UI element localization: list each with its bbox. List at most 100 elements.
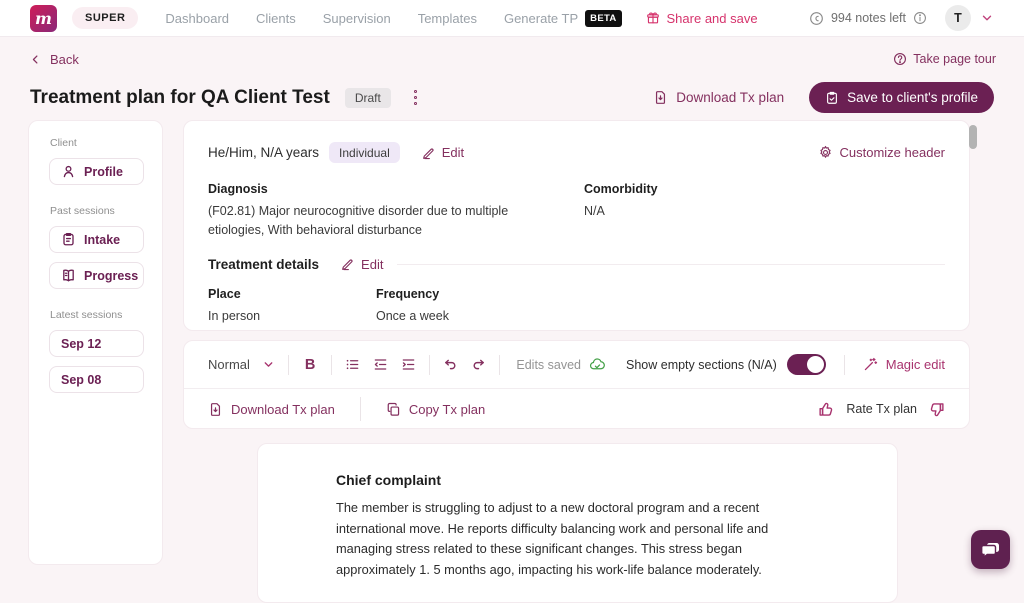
divider	[499, 355, 500, 375]
outdent-icon[interactable]	[373, 357, 388, 372]
comorbidity-value: N/A	[584, 202, 658, 221]
comorbidity-label: Comorbidity	[584, 182, 658, 196]
back-link[interactable]: Back	[30, 52, 79, 67]
sidebar-item-profile[interactable]: Profile	[49, 158, 144, 185]
edit-treatment-details-label: Edit	[361, 257, 383, 272]
download-file-icon	[653, 90, 668, 105]
client-demographics: He/Him, N/A years	[208, 145, 319, 160]
nav-generate-tp[interactable]: Generate TP BETA	[504, 10, 622, 27]
sidebar-session-sep-08[interactable]: Sep 08	[49, 366, 144, 393]
diagnosis-label: Diagnosis	[208, 182, 554, 196]
treatment-plan-document[interactable]: Chief complaint The member is struggling…	[257, 443, 898, 603]
clipboard-icon	[61, 232, 76, 247]
redo-icon[interactable]	[471, 357, 486, 372]
status-badge: Draft	[345, 88, 391, 108]
page-title-row: Treatment plan for QA Client Test Draft …	[30, 82, 994, 113]
toolbar-right-group: Show empty sections (N/A) Magic edit	[626, 354, 945, 375]
pencil-icon	[341, 257, 355, 271]
sidebar-session-sep-12[interactable]: Sep 12	[49, 330, 144, 357]
editor-toolbar-card: Normal B	[183, 340, 970, 429]
customize-header-link[interactable]: Customize header	[818, 145, 946, 160]
chat-bubbles-icon	[980, 539, 1002, 561]
frequency-label: Frequency	[376, 287, 544, 301]
download-file-icon	[208, 402, 223, 417]
client-demographics-row: He/Him, N/A years Individual Edit Custom…	[208, 142, 945, 163]
treatment-details-title: Treatment details	[208, 257, 319, 272]
indent-icon[interactable]	[401, 357, 416, 372]
edits-saved-status: Edits saved	[516, 356, 606, 373]
chat-widget-button[interactable]	[971, 530, 1010, 569]
text-style-dropdown[interactable]: Normal	[208, 357, 275, 372]
download-tx-plan-header-link[interactable]: Download Tx plan	[653, 90, 784, 105]
rate-tx-plan-label: Rate Tx plan	[846, 402, 917, 416]
past-sessions-label: Past sessions	[50, 205, 142, 217]
client-section-label: Client	[50, 137, 142, 149]
text-style-value: Normal	[208, 357, 250, 372]
magic-edit-button[interactable]: Magic edit	[863, 357, 945, 372]
divider	[397, 264, 945, 265]
gift-icon	[646, 11, 660, 25]
topbar-right-group: 994 notes left T	[809, 5, 994, 31]
copy-tx-plan-button[interactable]: Copy Tx plan	[386, 402, 485, 417]
place-value: In person	[208, 307, 376, 326]
info-icon[interactable]	[913, 11, 927, 25]
main-nav: Dashboard Clients Supervision Templates …	[165, 10, 621, 27]
sidebar-session-sep-12-label: Sep 12	[61, 337, 101, 351]
pencil-icon	[422, 146, 436, 160]
nav-clients[interactable]: Clients	[256, 11, 296, 26]
scrollbar-thumb[interactable]	[969, 125, 977, 149]
divider	[360, 397, 361, 421]
share-and-save-link[interactable]: Share and save	[646, 11, 758, 26]
edit-treatment-details-link[interactable]: Edit	[341, 257, 383, 272]
treatment-details-fields: Place In person Frequency Once a week	[208, 287, 945, 326]
divider	[844, 355, 845, 375]
divider	[429, 355, 430, 375]
sidebar-item-progress[interactable]: Progress	[49, 262, 144, 289]
download-tx-plan-button[interactable]: Download Tx plan	[208, 402, 335, 417]
download-tx-plan-header-label: Download Tx plan	[676, 90, 784, 105]
list-buttons	[345, 357, 416, 372]
diagnosis-row: Diagnosis (F02.81) Major neurocognitive …	[208, 182, 945, 240]
nav-generate-tp-label[interactable]: Generate TP	[504, 11, 578, 26]
bullet-list-icon[interactable]	[345, 357, 360, 372]
account-menu-chevron-icon[interactable]	[980, 11, 994, 25]
diagnosis-block: Diagnosis (F02.81) Major neurocognitive …	[208, 182, 584, 240]
nav-supervision[interactable]: Supervision	[323, 11, 391, 26]
customize-header-label: Customize header	[840, 145, 946, 160]
nav-templates[interactable]: Templates	[418, 11, 477, 26]
back-label: Back	[50, 52, 79, 67]
history-buttons	[443, 357, 486, 372]
notes-left-counter: 994 notes left	[831, 11, 906, 25]
clipboard-check-icon	[825, 91, 839, 105]
thumbs-down-icon[interactable]	[928, 401, 945, 418]
frequency-block: Frequency Once a week	[376, 287, 544, 326]
kebab-menu-icon[interactable]	[411, 87, 421, 109]
nav-dashboard[interactable]: Dashboard	[165, 11, 229, 26]
credits-icon	[809, 11, 824, 26]
cloud-check-icon	[589, 356, 606, 373]
thumbs-up-icon[interactable]	[818, 401, 835, 418]
show-empty-sections-toggle[interactable]	[787, 354, 826, 375]
open-book-icon	[61, 268, 76, 283]
chevron-left-icon	[30, 54, 41, 65]
copy-tx-plan-label: Copy Tx plan	[409, 402, 485, 417]
sidebar-session-sep-08-label: Sep 08	[61, 373, 101, 387]
sidebar-item-intake[interactable]: Intake	[49, 226, 144, 253]
comorbidity-block: Comorbidity N/A	[584, 182, 658, 240]
save-to-client-profile-button[interactable]: Save to client's profile	[809, 82, 994, 113]
app-logo[interactable]: m	[30, 5, 57, 32]
rate-tx-plan-group: Rate Tx plan	[818, 401, 945, 418]
magic-edit-label: Magic edit	[886, 357, 945, 372]
take-page-tour-link[interactable]: Take page tour	[893, 52, 996, 66]
user-avatar[interactable]: T	[945, 5, 971, 31]
beta-badge: BETA	[585, 10, 621, 27]
client-header-card: He/Him, N/A years Individual Edit Custom…	[183, 120, 970, 331]
undo-icon[interactable]	[443, 357, 458, 372]
edit-header-link[interactable]: Edit	[422, 145, 464, 160]
bold-button[interactable]: B	[302, 357, 318, 373]
place-label: Place	[208, 287, 376, 301]
chevron-down-icon	[262, 358, 275, 371]
edit-header-label: Edit	[442, 145, 464, 160]
session-type-badge: Individual	[329, 142, 400, 163]
download-tx-plan-label: Download Tx plan	[231, 402, 335, 417]
